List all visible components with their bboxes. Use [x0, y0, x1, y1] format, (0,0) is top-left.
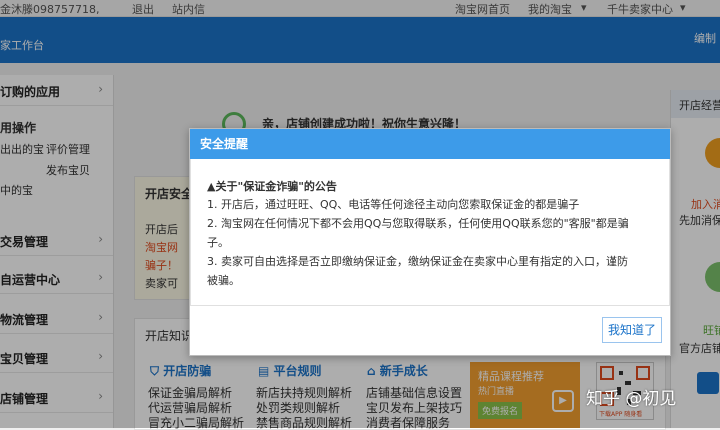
dialog-line: 子。 — [207, 236, 229, 249]
dialog-title: 安全提醒 — [190, 129, 670, 159]
dialog-line: 2. 淘宝网在任何情况下都不会用QQ与您取得联系，任何使用QQ联系您的"客服"都… — [207, 217, 629, 230]
watermark: 知乎 @初见 — [586, 389, 677, 409]
dialog-body: ▲关于"保证金诈骗"的公告 1. 开店后，通过旺旺、QQ、电话等任何途径主动向您… — [190, 159, 670, 306]
dialog-line: 3. 卖家可自由选择是否立即缴纳保证金，缴纳保证金在卖家中心里有指定的入口，谨防 — [207, 255, 628, 268]
ok-button[interactable]: 我知道了 — [602, 317, 662, 343]
dialog-heading: ▲关于"保证金诈骗"的公告 — [207, 180, 337, 193]
security-alert-dialog: 安全提醒 ▲关于"保证金诈骗"的公告 1. 开店后，通过旺旺、QQ、电话等任何途… — [189, 128, 671, 356]
dialog-line: 1. 开店后，通过旺旺、QQ、电话等任何途径主动向您索取保证金的都是骗子 — [207, 198, 580, 211]
dialog-line: 被骗。 — [207, 274, 240, 287]
